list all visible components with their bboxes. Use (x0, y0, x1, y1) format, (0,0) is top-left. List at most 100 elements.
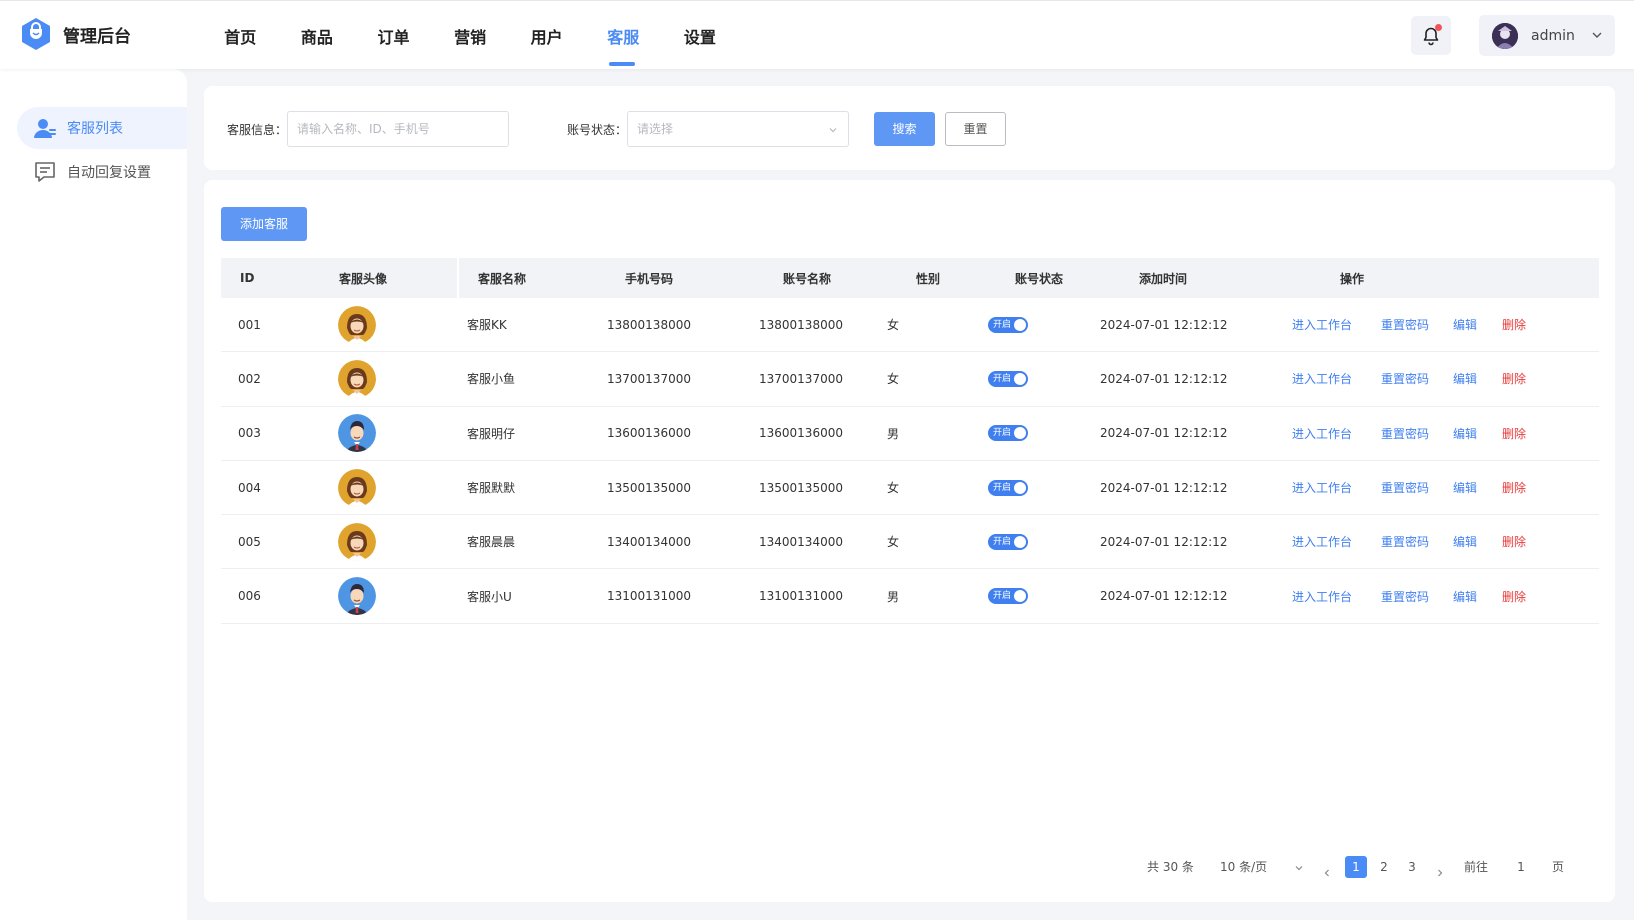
status-toggle[interactable]: 开启 (988, 316, 1028, 333)
delete-link[interactable]: 删除 (1502, 461, 1526, 514)
logo[interactable]: 管理后台 (20, 17, 131, 51)
delete-link[interactable]: 删除 (1502, 407, 1526, 460)
edit-link[interactable]: 编辑 (1453, 515, 1477, 568)
goto-page-input[interactable]: 1 (1510, 856, 1532, 878)
table-row: 004 客服默默 13500135000 13500135000 女 开启 2024-07-… (221, 461, 1599, 516)
search-input[interactable]: 请输入名称、ID、手机号 (287, 111, 509, 147)
edit-link[interactable]: 编辑 (1453, 407, 1477, 460)
status-toggle[interactable]: 开启 (988, 588, 1028, 605)
user-menu[interactable]: admin (1479, 15, 1615, 56)
status-toggle-label: 开启 (993, 482, 1012, 493)
reset-password-link[interactable]: 重置密码 (1381, 515, 1429, 568)
nav-products[interactable]: 商品 (279, 1, 356, 70)
delete-link[interactable]: 删除 (1502, 352, 1526, 405)
prev-page-icon[interactable] (1322, 862, 1332, 884)
status-toggle-cell: 开启 (988, 515, 1028, 568)
cell-time: 2024-07-01 12:12:12 (1100, 371, 1228, 386)
reset-button[interactable]: 重置 (945, 112, 1006, 146)
enter-workbench-link[interactable]: 进入工作台 (1292, 461, 1352, 514)
pagination-total: 共 30 条 (1147, 860, 1194, 874)
page-2-button[interactable]: 2 (1373, 856, 1395, 878)
user-name: admin (1531, 27, 1575, 44)
status-toggle[interactable]: 开启 (988, 370, 1028, 387)
reset-password-link[interactable]: 重置密码 (1381, 407, 1429, 460)
page-1-button[interactable]: 1 (1345, 856, 1367, 878)
table-row: 002 客服小鱼 13700137000 13700137000 女 开启 2024-07-… (221, 352, 1599, 407)
chevron-down-icon (1295, 866, 1303, 871)
sidebar: 客服列表 自动回复设置 (0, 69, 187, 920)
main-panel: 添加客服 ID 客服头像 客服名称 手机号码 账号名称 性别 账号状态 添加时间… (204, 180, 1615, 902)
status-toggle[interactable]: 开启 (988, 425, 1028, 442)
goto-label: 前往 (1464, 860, 1489, 874)
nav-orders[interactable]: 订单 (355, 1, 432, 70)
edit-link[interactable]: 编辑 (1453, 352, 1477, 405)
cell-id: 001 (238, 317, 261, 332)
nav-home[interactable]: 首页 (202, 1, 279, 70)
cell-name: 客服默默 (467, 481, 516, 496)
avatar-cell (338, 515, 376, 568)
nav-customer-service[interactable]: 客服 (585, 1, 662, 70)
cell-account: 13400134000 (759, 534, 843, 549)
status-select-placeholder: 请选择 (637, 122, 674, 136)
enter-workbench-link[interactable]: 进入工作台 (1292, 569, 1352, 622)
status-toggle-label: 开启 (993, 373, 1012, 384)
column-divider (457, 258, 459, 298)
status-toggle[interactable]: 开启 (988, 533, 1028, 550)
sidebar-item-customer-list[interactable]: 客服列表 (17, 107, 187, 149)
male-avatar-icon (338, 414, 376, 453)
status-select[interactable]: 请选择 (627, 111, 849, 147)
delete-link[interactable]: 删除 (1502, 515, 1526, 568)
delete-link[interactable]: 删除 (1502, 569, 1526, 622)
enter-workbench-link[interactable]: 进入工作台 (1292, 515, 1352, 568)
nav-users[interactable]: 用户 (508, 1, 585, 70)
enter-workbench-link[interactable]: 进入工作台 (1292, 298, 1352, 351)
page-size-select[interactable]: 10 条/页 (1220, 856, 1315, 878)
reset-password-link[interactable]: 重置密码 (1381, 461, 1429, 514)
toggle-knob (1014, 481, 1026, 494)
header-operations: 操作 (1340, 271, 1365, 286)
cell-gender: 男 (887, 426, 900, 441)
reset-password-link[interactable]: 重置密码 (1381, 352, 1429, 405)
page-3-button[interactable]: 3 (1401, 856, 1423, 878)
enter-workbench-link[interactable]: 进入工作台 (1292, 407, 1352, 460)
status-toggle[interactable]: 开启 (988, 479, 1028, 496)
enter-workbench-link[interactable]: 进入工作台 (1292, 352, 1352, 405)
cell-gender: 女 (887, 481, 900, 496)
search-button[interactable]: 搜索 (874, 112, 935, 146)
cell-account: 13700137000 (759, 371, 843, 386)
status-label: 账号状态： (567, 123, 628, 137)
edit-link[interactable]: 编辑 (1453, 569, 1477, 622)
sidebar-item-auto-reply[interactable]: 自动回复设置 (17, 151, 187, 193)
edit-link[interactable]: 编辑 (1453, 298, 1477, 351)
delete-link[interactable]: 删除 (1502, 298, 1526, 351)
header-account: 账号名称 (783, 271, 832, 286)
chat-message-icon (35, 162, 55, 182)
app-title: 管理后台 (63, 26, 131, 47)
chevron-down-icon (1592, 32, 1602, 38)
next-page-icon[interactable] (1435, 862, 1445, 884)
status-toggle-label: 开启 (993, 428, 1012, 439)
goto-suffix: 页 (1552, 860, 1565, 874)
cell-id: 002 (238, 371, 261, 386)
status-toggle-label: 开启 (993, 591, 1012, 602)
nav-marketing[interactable]: 营销 (432, 1, 509, 70)
female-avatar-icon (338, 359, 376, 398)
notification-button[interactable] (1411, 16, 1451, 55)
chevron-down-icon (829, 128, 837, 133)
toggle-knob (1014, 372, 1026, 385)
table-row: 003 客服明仔 13600136000 13600136000 男 开启 2024-07-… (221, 407, 1599, 461)
avatar-cell (338, 352, 376, 405)
cell-time: 2024-07-01 12:12:12 (1100, 534, 1228, 549)
cell-phone: 13500135000 (607, 480, 691, 495)
cell-name: 客服晨晨 (467, 535, 516, 550)
toggle-knob (1014, 590, 1026, 603)
edit-link[interactable]: 编辑 (1453, 461, 1477, 514)
table-body: 001 客服KK 13800138000 13800138000 女开启 2024-07-… (221, 298, 1599, 624)
add-customer-service-button[interactable]: 添加客服 (221, 207, 307, 241)
header-avatar: 客服头像 (339, 271, 388, 286)
female-avatar-icon (338, 468, 376, 507)
reset-password-link[interactable]: 重置密码 (1381, 569, 1429, 622)
reset-password-link[interactable]: 重置密码 (1381, 298, 1429, 351)
nav-settings[interactable]: 设置 (662, 1, 739, 70)
toggle-knob (1014, 535, 1026, 548)
